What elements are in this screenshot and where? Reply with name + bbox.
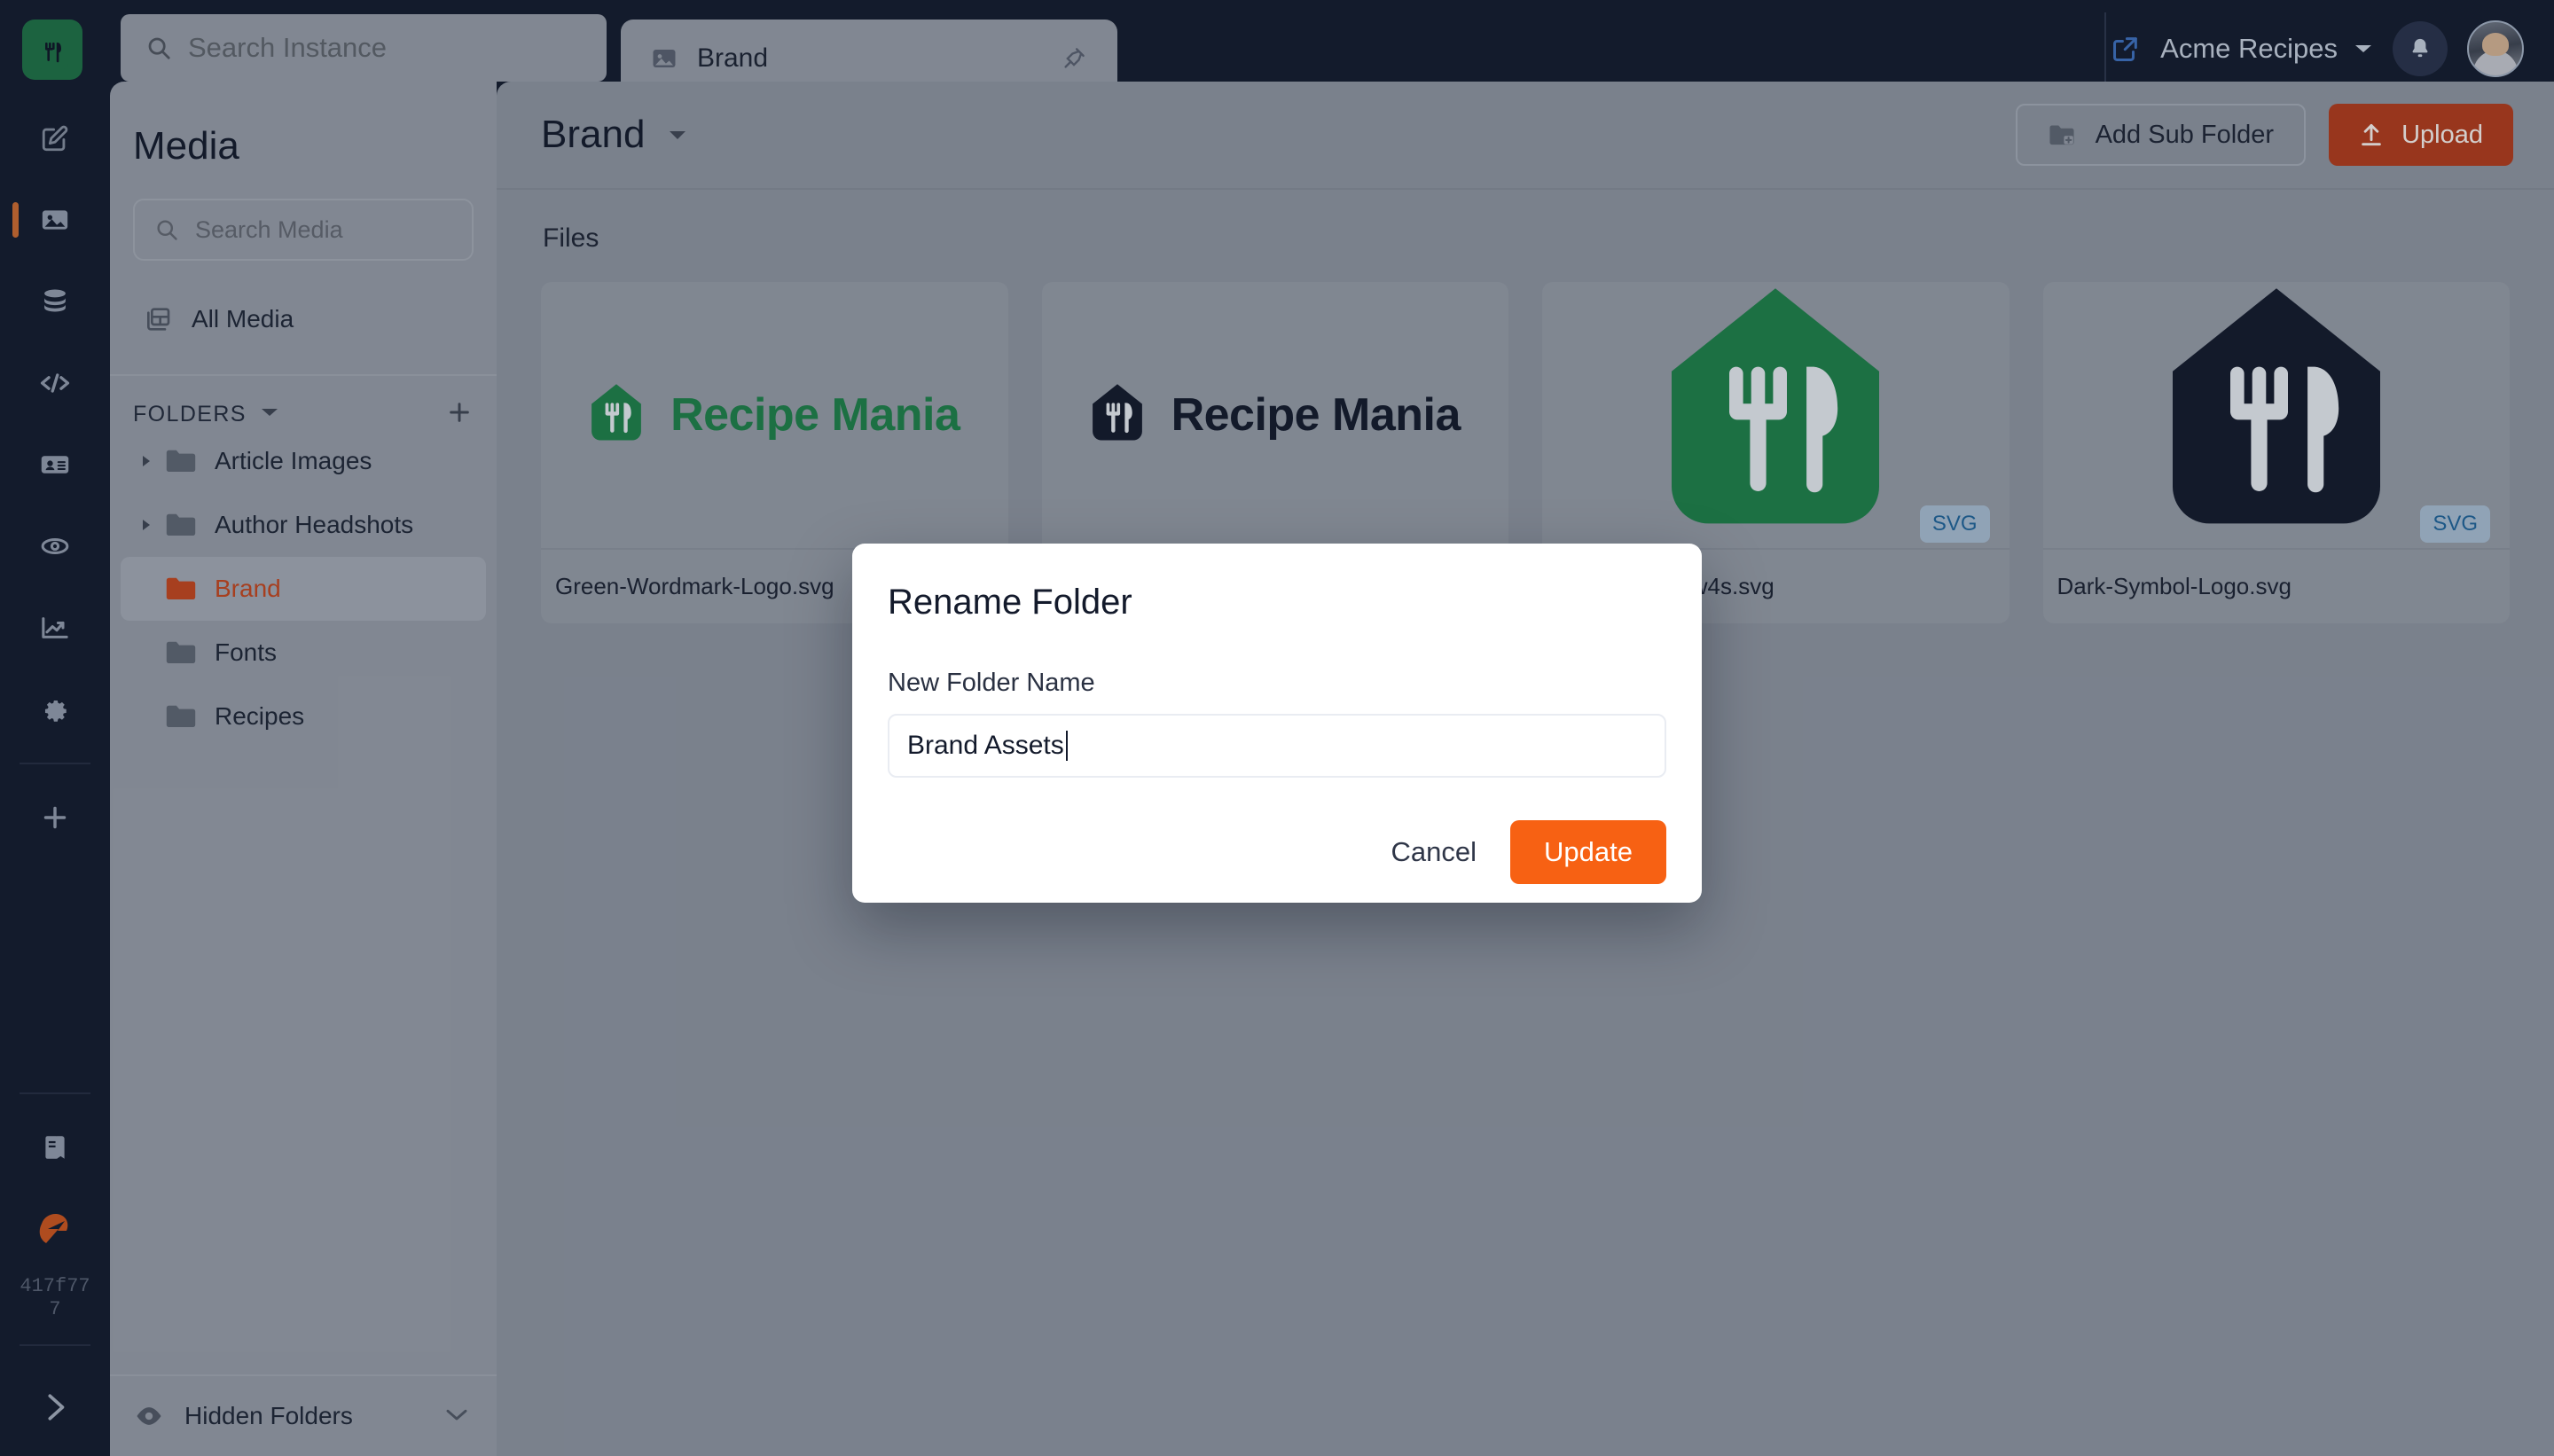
text-cursor: [1065, 731, 1068, 761]
new-folder-name-value: Brand Assets: [907, 731, 1064, 760]
dialog-actions: Cancel Update: [888, 820, 1666, 884]
new-folder-name-label: New Folder Name: [888, 669, 1095, 697]
dialog-title: Rename Folder: [888, 583, 1132, 622]
app-root: Search Instance Brand Acme Recipes 417f7…: [0, 0, 2554, 1456]
update-button[interactable]: Update: [1510, 820, 1666, 884]
cancel-button[interactable]: Cancel: [1391, 836, 1477, 868]
rename-folder-dialog: Rename Folder New Folder Name Brand Asse…: [852, 544, 1702, 903]
new-folder-name-input[interactable]: Brand Assets: [888, 714, 1666, 778]
